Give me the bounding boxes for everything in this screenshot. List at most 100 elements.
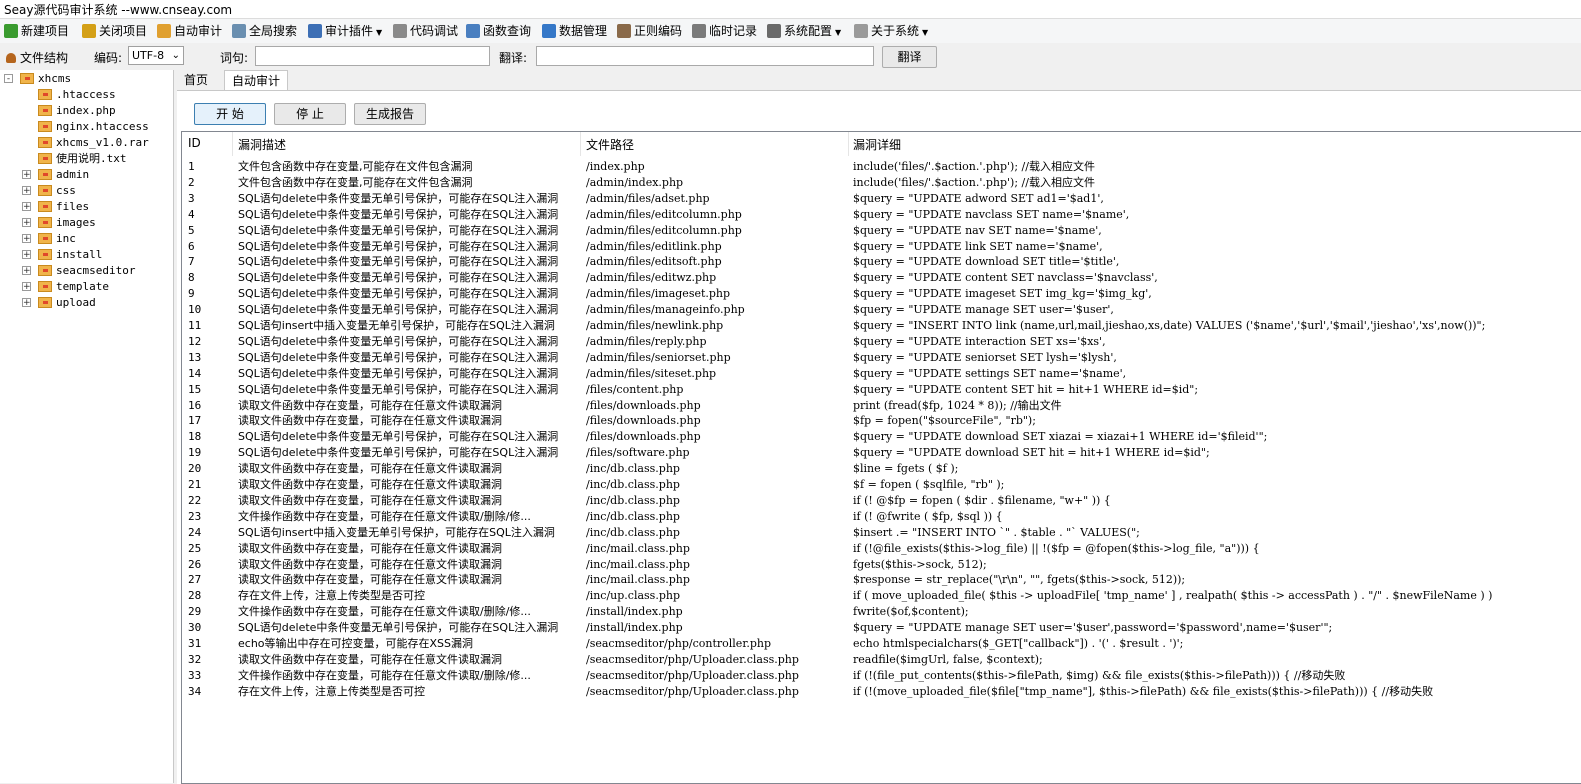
table-row[interactable]: 16 读取文件函数中存在变量，可能存在任意文件读取漏洞/files/downloa… <box>182 398 1581 413</box>
collapse-icon[interactable]: - <box>4 74 13 84</box>
translate-input[interactable] <box>536 46 874 66</box>
expand-icon[interactable]: + <box>22 218 31 228</box>
table-row[interactable]: 23 文件操作函数中存在变量，可能存在任意文件读取/删除/修... /inc/db.… <box>182 509 1581 524</box>
table-row[interactable]: 27 读取文件函数中存在变量，可能存在任意文件读取漏洞/inc/mail.clas… <box>182 572 1581 587</box>
cell-description: 文件操作函数中存在变量，可能存在任意文件读取/删除/修... <box>238 509 531 523</box>
table-row[interactable]: 17 读取文件函数中存在变量，可能存在任意文件读取漏洞/files/downloa… <box>182 413 1581 428</box>
table-row[interactable]: 13 SQL语句delete中条件变量无单引号保护，可能存在SQL注入漏洞/adm… <box>182 350 1581 365</box>
cell-file-path: /admin/files/manageinfo.php <box>586 303 745 317</box>
encoding-select[interactable]: UTF-8 ⌄ <box>128 46 184 65</box>
table-row[interactable]: 1 文件包含函数中存在变量,可能存在文件包含漏洞/index.php include… <box>182 159 1581 174</box>
cell-file-path: /files/software.php <box>586 446 690 460</box>
tree-folder[interactable]: css <box>38 183 76 198</box>
expand-icon[interactable]: + <box>22 282 31 292</box>
menu-item-1[interactable]: 关闭项目 <box>82 22 147 40</box>
table-row[interactable]: 2 文件包含函数中存在变量,可能存在文件包含漏洞/admin/index.php i… <box>182 175 1581 190</box>
tree-file[interactable]: 使用说明.txt <box>38 151 127 166</box>
tree-folder[interactable]: seacmseditor <box>38 263 135 278</box>
table-row[interactable]: 30 SQL语句delete中条件变量无单引号保护，可能存在SQL注入漏洞/ins… <box>182 620 1581 635</box>
translate-button[interactable]: 翻译 <box>882 46 937 68</box>
table-row[interactable]: 19 SQL语句delete中条件变量无单引号保护，可能存在SQL注入漏洞/fil… <box>182 445 1581 460</box>
menu-item-2[interactable]: 自动审计 <box>157 22 222 40</box>
word-input[interactable] <box>255 46 490 66</box>
table-row[interactable]: 24 SQL语句insert中插入变量无单引号保护，可能存在SQL注入漏洞/inc… <box>182 525 1581 540</box>
menu-item-0[interactable]: 新建项目 <box>4 22 69 40</box>
cell-description: SQL语句delete中条件变量无单引号保护，可能存在SQL注入漏洞 <box>238 287 559 301</box>
cell-description: 文件包含函数中存在变量,可能存在文件包含漏洞 <box>238 160 473 173</box>
table-row[interactable]: 3 SQL语句delete中条件变量无单引号保护，可能存在SQL注入漏洞/admi… <box>182 191 1581 206</box>
menu-item-10[interactable]: 系统配置 ▼ <box>767 22 841 40</box>
menu-item-3[interactable]: 全局搜索 <box>232 22 297 40</box>
tree-file[interactable]: nginx.htaccess <box>38 119 149 134</box>
table-row[interactable]: 8 SQL语句delete中条件变量无单引号保护，可能存在SQL注入漏洞/admi… <box>182 270 1581 285</box>
menu-item-11[interactable]: 关于系统 ▼ <box>854 22 928 40</box>
tree-file[interactable]: index.php <box>38 103 116 118</box>
table-row[interactable]: 15 SQL语句delete中条件变量无单引号保护，可能存在SQL注入漏洞/fil… <box>182 382 1581 397</box>
tree-file[interactable]: .htaccess <box>38 87 116 102</box>
table-row[interactable]: 5 SQL语句delete中条件变量无单引号保护，可能存在SQL注入漏洞/admi… <box>182 223 1581 238</box>
table-row[interactable]: 7 SQL语句delete中条件变量无单引号保护，可能存在SQL注入漏洞/admi… <box>182 254 1581 269</box>
menu-item-label: 代码调试 <box>410 24 459 38</box>
cell-id: 28 <box>188 589 202 603</box>
tree-node-label: index.php <box>56 104 116 117</box>
column-description[interactable]: 漏洞描述 <box>238 136 286 153</box>
table-row[interactable]: 34 存在文件上传，注意上传类型是否可控/seacmseditor/php/Upl… <box>182 684 1581 699</box>
tree-folder[interactable]: files <box>38 199 89 214</box>
tab-home[interactable]: 首页 <box>177 70 215 90</box>
column-detail[interactable]: 漏洞详细 <box>853 136 901 153</box>
tree-folder[interactable]: inc <box>38 231 76 246</box>
column-divider[interactable] <box>232 132 233 156</box>
expand-icon[interactable]: + <box>22 298 31 308</box>
column-id[interactable]: ID <box>188 136 201 150</box>
tree-folder[interactable]: admin <box>38 167 89 182</box>
expand-icon[interactable]: + <box>22 202 31 212</box>
table-row[interactable]: 11 SQL语句insert中插入变量无单引号保护，可能存在SQL注入漏洞/adm… <box>182 318 1581 333</box>
table-row[interactable]: 28 存在文件上传，注意上传类型是否可控/inc/up.class.php if (… <box>182 588 1581 603</box>
table-row[interactable]: 6 SQL语句delete中条件变量无单引号保护，可能存在SQL注入漏洞/admi… <box>182 239 1581 254</box>
tree-folder[interactable]: install <box>38 247 102 262</box>
column-divider[interactable] <box>580 132 581 156</box>
column-file-path[interactable]: 文件路径 <box>586 136 634 153</box>
table-row[interactable]: 26 读取文件函数中存在变量，可能存在任意文件读取漏洞/inc/mail.clas… <box>182 557 1581 572</box>
table-row[interactable]: 32 读取文件函数中存在变量，可能存在任意文件读取漏洞/seacmseditor/… <box>182 652 1581 667</box>
column-divider[interactable] <box>848 132 849 156</box>
tree-folder[interactable]: images <box>38 215 96 230</box>
tree-folder[interactable]: template <box>38 279 109 294</box>
expand-icon[interactable]: + <box>22 170 31 180</box>
tree-folder[interactable]: upload <box>38 295 96 310</box>
table-row[interactable]: 22 读取文件函数中存在变量，可能存在任意文件读取漏洞/inc/db.class.… <box>182 493 1581 508</box>
table-row[interactable]: 18 SQL语句delete中条件变量无单引号保护，可能存在SQL注入漏洞/fil… <box>182 429 1581 444</box>
cell-id: 13 <box>188 350 202 364</box>
menu-item-7[interactable]: 数据管理 <box>542 22 607 40</box>
expand-icon[interactable]: + <box>22 250 31 260</box>
cell-file-path: /files/content.php <box>586 382 684 396</box>
menu-item-8[interactable]: 正则编码 <box>617 22 682 40</box>
tab-auto-audit[interactable]: 自动审计 <box>224 70 289 90</box>
expand-icon[interactable]: + <box>22 234 31 244</box>
table-row[interactable]: 21 读取文件函数中存在变量，可能存在任意文件读取漏洞/inc/db.class.… <box>182 477 1581 492</box>
table-row[interactable]: 25 读取文件函数中存在变量，可能存在任意文件读取漏洞/inc/mail.clas… <box>182 541 1581 556</box>
menu-item-5[interactable]: 代码调试 <box>393 22 458 40</box>
tree-node-label: install <box>56 248 103 261</box>
stop-button[interactable]: 停 止 <box>274 103 346 125</box>
table-row[interactable]: 31 echo等输出中存在可控变量，可能存在XSS漏洞/seacmseditor/… <box>182 636 1581 651</box>
expand-icon[interactable]: + <box>22 186 31 196</box>
generate-report-button[interactable]: 生成报告 <box>354 103 426 125</box>
expand-icon[interactable]: + <box>22 266 31 276</box>
table-row[interactable]: 20 读取文件函数中存在变量，可能存在任意文件读取漏洞/inc/db.class.… <box>182 461 1581 476</box>
table-row[interactable]: 33 文件操作函数中存在变量，可能存在任意文件读取/删除/修... /seacmse… <box>182 668 1581 683</box>
table-row[interactable]: 29 文件操作函数中存在变量，可能存在任意文件读取/删除/修... /install… <box>182 604 1581 619</box>
start-button[interactable]: 开 始 <box>194 103 266 125</box>
cell-detail: $f = fopen ( $sqlfile, "rb" ); <box>853 478 1005 491</box>
menu-item-9[interactable]: 临时记录 <box>692 22 757 40</box>
table-row[interactable]: 10 SQL语句delete中条件变量无单引号保护，可能存在SQL注入漏洞/adm… <box>182 302 1581 317</box>
tree-file[interactable]: xhcms_v1.0.rar <box>38 135 149 150</box>
tree-root[interactable]: xhcms <box>20 71 71 86</box>
table-row[interactable]: 9 SQL语句delete中条件变量无单引号保护，可能存在SQL注入漏洞/admi… <box>182 286 1581 301</box>
table-row[interactable]: 12 SQL语句delete中条件变量无单引号保护，可能存在SQL注入漏洞/adm… <box>182 334 1581 349</box>
menu-item-6[interactable]: 函数查询 <box>466 22 531 40</box>
cell-description: 文件操作函数中存在变量，可能存在任意文件读取/删除/修... <box>238 668 531 682</box>
menu-item-4[interactable]: 审计插件 ▼ <box>308 22 382 40</box>
table-row[interactable]: 4 SQL语句delete中条件变量无单引号保护，可能存在SQL注入漏洞/admi… <box>182 207 1581 222</box>
table-row[interactable]: 14 SQL语句delete中条件变量无单引号保护，可能存在SQL注入漏洞/adm… <box>182 366 1581 381</box>
